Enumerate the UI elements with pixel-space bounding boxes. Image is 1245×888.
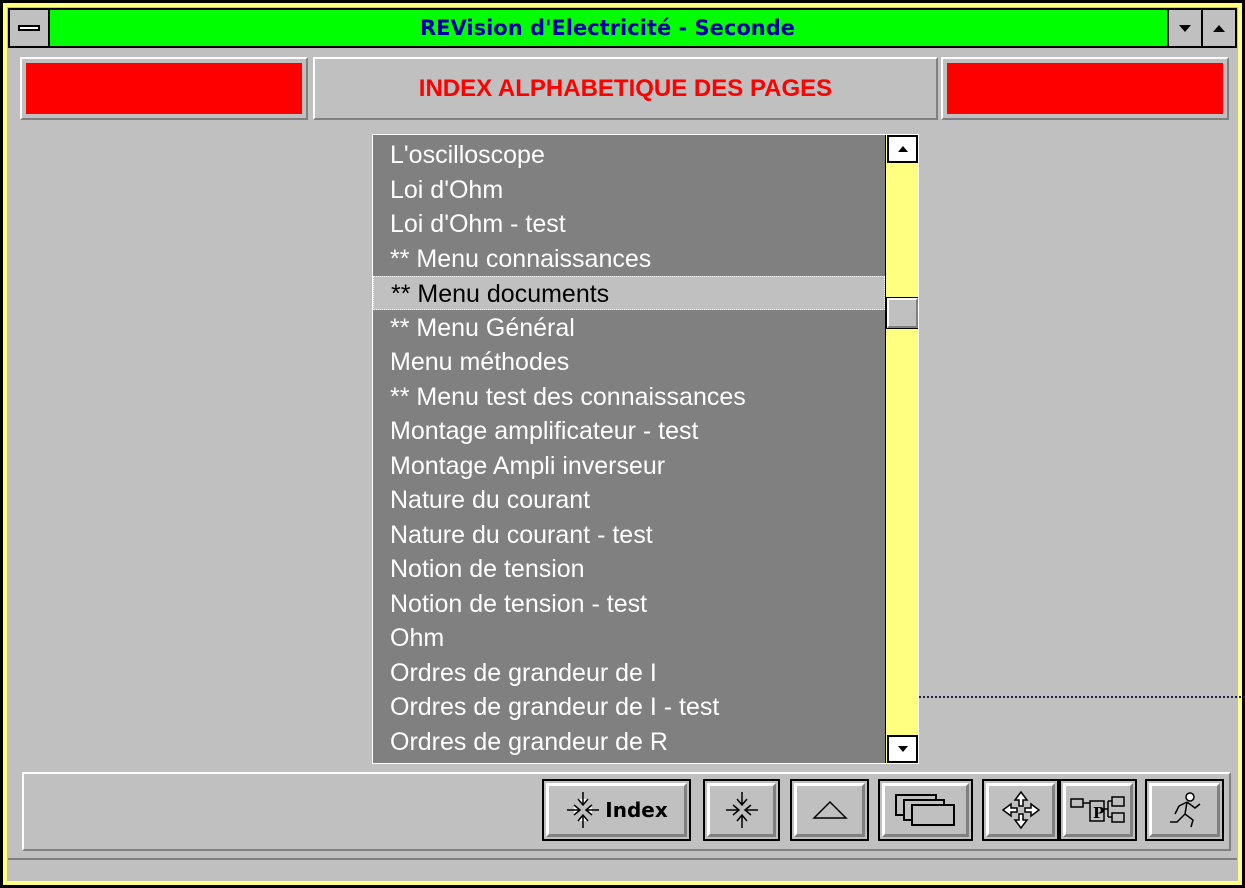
red-indicator-left bbox=[26, 63, 302, 114]
list-item[interactable]: Notion de tension - test bbox=[373, 587, 885, 621]
stacked-windows-icon bbox=[894, 794, 955, 826]
expand-arrows-icon bbox=[1001, 790, 1040, 830]
list-item[interactable]: Ohm bbox=[373, 621, 885, 655]
list-item[interactable]: Loi d'Ohm bbox=[373, 173, 885, 207]
maximize-icon bbox=[1213, 24, 1225, 32]
header-left-panel bbox=[20, 57, 308, 120]
dotted-divider bbox=[919, 696, 1245, 698]
system-menu-icon bbox=[18, 25, 40, 31]
list-item[interactable]: Ordres de grandeur de I - test bbox=[373, 690, 885, 724]
scroll-down-button[interactable] bbox=[887, 735, 918, 763]
vertical-scrollbar[interactable] bbox=[885, 135, 918, 763]
title-bar: REVision d'Electricité - Seconde bbox=[8, 8, 1237, 48]
minimize-icon bbox=[1179, 24, 1191, 32]
exit-button[interactable] bbox=[1145, 779, 1224, 841]
arrow-down-icon bbox=[897, 746, 908, 752]
windows-button[interactable] bbox=[878, 779, 973, 841]
index-button[interactable]: Index bbox=[542, 779, 691, 841]
list-item[interactable]: Nature du courant bbox=[373, 483, 885, 517]
red-indicator-right bbox=[947, 63, 1223, 114]
page-map-button[interactable]: P bbox=[1059, 779, 1137, 841]
list-item[interactable]: Notion de tension bbox=[373, 552, 885, 586]
status-divider bbox=[8, 858, 1237, 862]
list-item[interactable]: ** Menu test des connaissances bbox=[373, 380, 885, 414]
contract-button[interactable] bbox=[703, 779, 780, 841]
list-item[interactable]: Ordres de grandeur de I bbox=[373, 656, 885, 690]
minimize-button[interactable] bbox=[1167, 10, 1201, 46]
arrow-up-icon bbox=[897, 146, 908, 152]
system-menu-button[interactable] bbox=[10, 10, 50, 46]
list-item[interactable]: ** Menu documents bbox=[373, 276, 885, 310]
list-item[interactable]: Nature du courant - test bbox=[373, 518, 885, 552]
expand-button[interactable] bbox=[982, 779, 1059, 841]
list-items: L'oscilloscope Loi d'Ohm Loi d'Ohm - test *… bbox=[373, 135, 885, 763]
list-item[interactable]: Loi d'Ohm - test bbox=[373, 207, 885, 241]
list-item[interactable]: L'oscilloscope bbox=[373, 138, 885, 172]
page-title: INDEX ALPHABETIQUE DES PAGES bbox=[418, 74, 833, 102]
triangle-up-icon bbox=[811, 800, 848, 819]
scroll-thumb[interactable] bbox=[886, 297, 918, 329]
maximize-button[interactable] bbox=[1201, 10, 1235, 46]
contract-arrows-icon bbox=[567, 792, 600, 828]
index-button-label: Index bbox=[605, 798, 668, 822]
page-index-listbox[interactable]: L'oscilloscope Loi d'Ohm Loi d'Ohm - test *… bbox=[372, 134, 919, 764]
list-item[interactable]: Menu méthodes bbox=[373, 345, 885, 379]
running-man-icon bbox=[1169, 792, 1200, 828]
up-button[interactable] bbox=[790, 779, 869, 841]
contract-arrows-icon bbox=[725, 792, 758, 828]
scroll-up-button[interactable] bbox=[887, 135, 918, 163]
list-item[interactable]: Ordres de grandeur de R bbox=[373, 725, 885, 759]
page-map-icon: P bbox=[1070, 796, 1125, 823]
list-item[interactable]: Montage Ampli inverseur bbox=[373, 449, 885, 483]
window-title: REVision d'Electricité - Seconde bbox=[419, 16, 795, 40]
list-item[interactable]: ** Menu Général bbox=[373, 311, 885, 345]
svg-text:P: P bbox=[1093, 804, 1104, 822]
header-title-panel: INDEX ALPHABETIQUE DES PAGES bbox=[313, 57, 938, 120]
header-right-panel bbox=[941, 57, 1229, 120]
list-item[interactable]: Montage amplificateur - test bbox=[373, 414, 885, 448]
list-item[interactable]: ** Menu connaissances bbox=[373, 242, 885, 276]
